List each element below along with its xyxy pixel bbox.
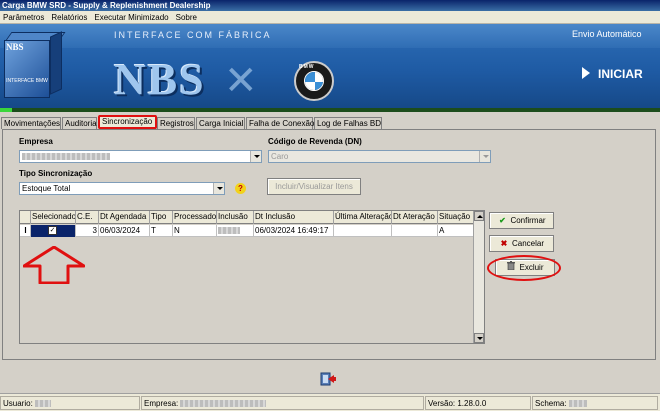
cancel-button[interactable]: ✖ Cancelar (489, 235, 554, 252)
start-button-label: INICIAR (598, 67, 643, 81)
tab-sincronizacao[interactable]: Sincronização (98, 115, 157, 129)
cell-dt-agendada[interactable]: 06/03/2024 (99, 225, 150, 237)
scroll-up-icon[interactable] (474, 211, 484, 221)
col-ce[interactable]: C.E. (76, 211, 99, 224)
cell-selecionado[interactable]: ✓ (31, 225, 76, 237)
col-ultima-alteracao[interactable]: Última Alteração (334, 211, 392, 224)
select-checkbox[interactable]: ✓ (48, 226, 57, 235)
exit-icon[interactable] (320, 372, 336, 386)
header-banner: NBS INTERFACE BMW INTERFACE COM FÁBRICA … (0, 24, 660, 112)
grid-header: Selecionado C.E. Dt Agendada Tipo Proces… (20, 211, 474, 224)
redacted-value (568, 400, 587, 408)
sync-grid: Selecionado C.E. Dt Agendada Tipo Proces… (19, 210, 485, 344)
col-selecionado[interactable]: Selecionado (31, 211, 76, 224)
col-processado[interactable]: Processado (173, 211, 217, 224)
status-schema: Schema: (532, 396, 658, 410)
scroll-down-icon[interactable] (474, 333, 484, 343)
tab-strip: Movimentações Auditoria Sincronização Re… (0, 115, 660, 129)
mode-label: Envio Automático (572, 29, 642, 39)
banner-top-band (0, 24, 660, 48)
progress-strip (0, 108, 660, 112)
menu-parametros[interactable]: Parâmetros (0, 11, 48, 24)
menu-executar-minimizado[interactable]: Executar Minimizado (91, 11, 172, 24)
codigo-revenda-select[interactable]: Caro (268, 150, 491, 163)
bmw-logo-text: BMW (299, 64, 315, 70)
chevron-down-icon[interactable] (250, 151, 261, 162)
x-separator-icon: ✕ (224, 59, 258, 103)
vertical-scrollbar[interactable] (473, 211, 484, 343)
annotation-arrow-icon (23, 246, 85, 284)
redacted-value (35, 400, 52, 408)
codigo-revenda-label: Código de Revenda (DN) (268, 137, 362, 146)
play-icon (582, 67, 590, 79)
menu-bar: Parâmetros Relatórios Executar Minimizado S… (0, 11, 660, 24)
empresa-label: Empresa (19, 137, 53, 146)
cell-processado[interactable]: N (173, 225, 217, 237)
highlight-ring (98, 115, 157, 129)
row-indicator: I (20, 225, 31, 237)
status-usuario: Usuario: (0, 396, 140, 410)
tab-log-falhas-bd[interactable]: Log de Falhas BD (314, 117, 382, 129)
banner-heading: INTERFACE COM FÁBRICA (114, 30, 272, 40)
tab-registros[interactable]: Registros (157, 117, 195, 129)
cell-situacao[interactable]: A (438, 225, 474, 237)
bmw-logo: BMW (294, 61, 334, 101)
tab-auditoria[interactable]: Auditoria (62, 117, 97, 129)
menu-sobre[interactable]: Sobre (173, 11, 201, 24)
status-versao: Versão: 1.28.0.0 (425, 396, 531, 410)
menu-relatorios[interactable]: Relatórios (48, 11, 91, 24)
redacted-value (218, 227, 240, 235)
redacted-value (22, 153, 110, 161)
check-icon: ✔ (499, 216, 506, 225)
nbs-logo: NBS (114, 55, 206, 104)
tab-carga-inicial[interactable]: Carga Inicial (196, 117, 245, 129)
cell-dt-inclusao[interactable]: 06/03/2024 16:49:17 (254, 225, 334, 237)
tipo-sincronizacao-label: Tipo Sincronização (19, 169, 93, 178)
cell-ultima-alteracao[interactable] (334, 225, 392, 237)
col-situacao[interactable]: Situação (438, 211, 474, 224)
tipo-sincronizacao-select[interactable]: Estoque Total (19, 182, 225, 195)
col-tipo[interactable]: Tipo (150, 211, 173, 224)
confirm-button[interactable]: ✔ Confirmar (489, 212, 554, 229)
cell-dt-alteracao[interactable] (392, 225, 438, 237)
chevron-down-icon[interactable] (213, 183, 224, 194)
incluir-visualizar-button[interactable]: Incluir/Visualizar Itens (267, 178, 361, 195)
window-title: Carga BMW SRD - Supply & Replenishment D… (0, 0, 660, 11)
sync-panel: Empresa Código de Revenda (DN) Caro Tipo… (2, 129, 656, 360)
redacted-value (180, 400, 267, 408)
table-row[interactable]: I ✓ 3 06/03/2024 T N 06/03/2024 16:49:17… (20, 225, 474, 237)
box-caption: INTERFACE BMW (6, 78, 48, 84)
status-empresa: Empresa: (141, 396, 424, 410)
highlight-ring (487, 255, 561, 281)
status-bar: Usuario: Empresa: Versão: 1.28.0.0 Schem… (0, 393, 660, 411)
col-inclusao[interactable]: Inclusão (217, 211, 254, 224)
empresa-select[interactable] (19, 150, 262, 163)
tab-falha-conexao[interactable]: Falha de Conexão (246, 117, 314, 129)
col-dt-alteracao[interactable]: Dt Ateração (392, 211, 438, 224)
start-button[interactable]: INICIAR (582, 67, 643, 81)
col-dt-inclusao[interactable]: Dt Inclusão (254, 211, 334, 224)
close-icon: ✖ (500, 239, 508, 248)
chevron-down-icon[interactable] (479, 151, 490, 162)
cell-inclusao[interactable] (217, 225, 254, 237)
tab-movimentacoes[interactable]: Movimentações (1, 117, 61, 129)
cell-ce[interactable]: 3 (76, 225, 99, 237)
box-tag: NBS (6, 42, 24, 52)
cell-tipo[interactable]: T (150, 225, 173, 237)
help-icon[interactable]: ? (235, 183, 246, 194)
col-dt-agendada[interactable]: Dt Agendada (99, 211, 150, 224)
product-box-logo: NBS INTERFACE BMW (4, 31, 66, 98)
